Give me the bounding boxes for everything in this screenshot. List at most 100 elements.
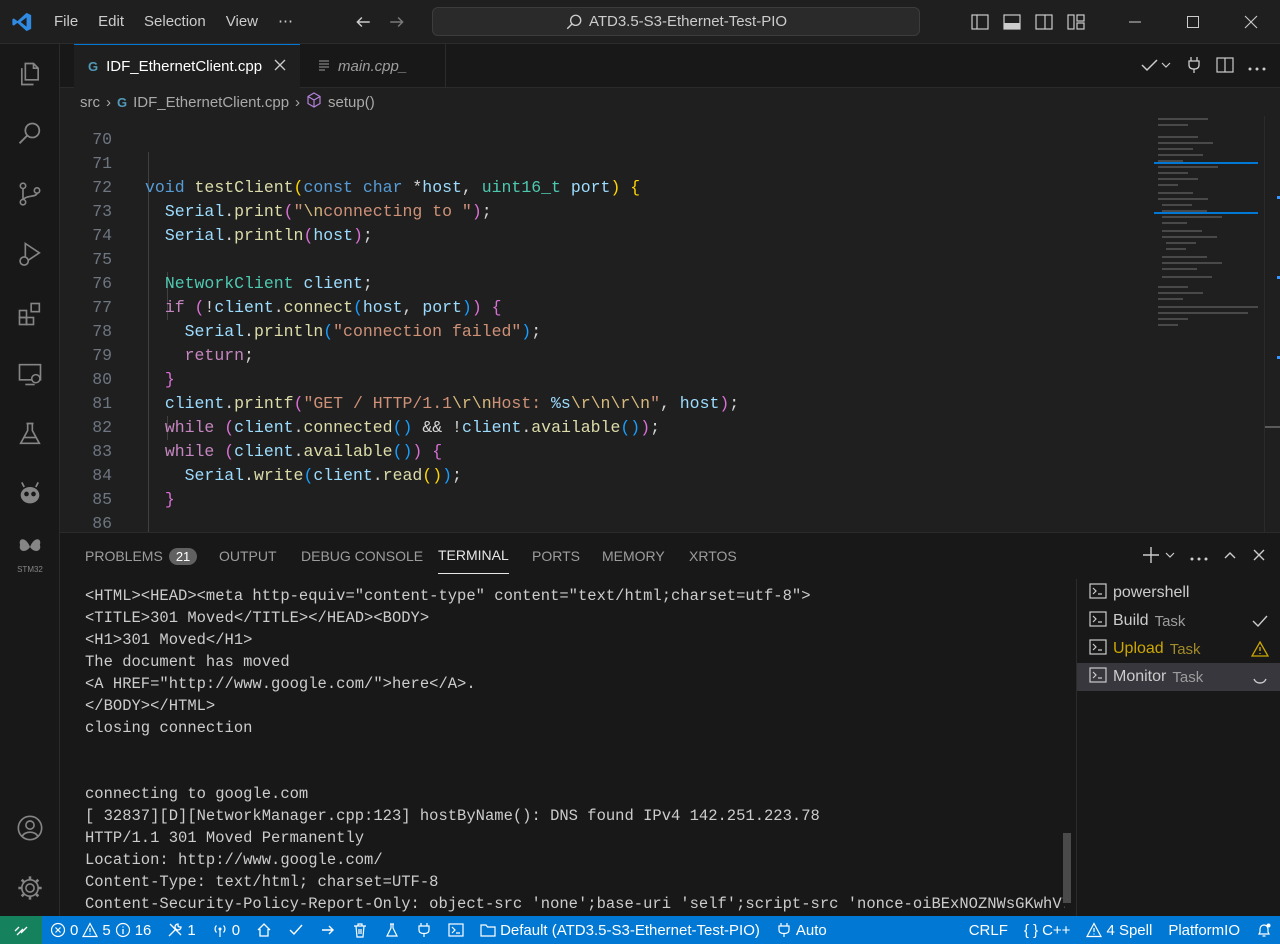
broadcast-icon [214,925,226,937]
pio-upload-arrow-icon[interactable] [312,916,344,944]
source-control-icon[interactable] [0,166,60,222]
code-line: 71 void testClient(const char *host, uin… [60,128,1150,197]
notifications-bell-icon[interactable] [1248,916,1280,944]
tab-problems[interactable]: PROBLEMS 21 [85,533,198,579]
code-line: 72 Serial.print("\nconnecting to "); [60,152,1150,221]
new-terminal-icon[interactable] [1142,546,1176,567]
menu-edit[interactable]: Edit [88,0,134,44]
terminal-output[interactable]: <HTML><HEAD><meta http-equiv="content-ty… [85,585,1065,917]
search-view-icon[interactable] [0,106,60,162]
terminal-line: connecting to google.com [85,785,309,803]
cpp-file-icon: G [88,59,99,74]
customize-layout-icon[interactable] [1060,0,1092,44]
problems-status[interactable]: 0 5 16 [42,916,159,944]
terminal-line: <A HREF="http://www.google.com/">here</A… [85,675,476,693]
code-editor[interactable]: 70 71 void testClient(const char *host, … [60,116,1280,532]
code-line: 77 Serial.println("connection failed"); [60,272,1150,341]
terminal-line: The document has moved [85,653,290,671]
pio-terminal-icon[interactable] [440,916,472,944]
terminal-instance-upload[interactable]: Upload Task [1077,635,1280,663]
tab-terminal[interactable]: TERMINAL [438,537,509,574]
minimap[interactable] [1154,116,1264,532]
menu-selection[interactable]: Selection [134,0,216,44]
pio-serial-monitor-plug-icon[interactable] [408,916,440,944]
terminal-line: Content-Type: text/html; charset=UTF-8 [85,873,439,891]
terminal-instance-powershell[interactable]: powershell [1077,579,1280,607]
tab-idf-ethernetclient[interactable]: G IDF_EthernetClient.cpp [74,44,300,88]
more-actions-icon[interactable] [1248,59,1266,74]
language-mode[interactable]: { } C++ [1016,916,1079,944]
menu-view[interactable]: View [216,0,268,44]
info-icon [115,922,130,938]
tab-ports[interactable]: PORTS [532,533,580,579]
plug-icon[interactable] [1186,56,1202,77]
tab-output[interactable]: OUTPUT [219,533,277,579]
explorer-icon[interactable] [0,46,60,102]
toggle-primary-sidebar-icon[interactable] [964,0,996,44]
remote-explorer-icon[interactable] [0,346,60,402]
platformio-alien-icon[interactable] [0,466,60,522]
run-debug-icon[interactable] [0,226,60,282]
terminal-icon [1089,610,1107,632]
terminal-instance-monitor[interactable]: Monitor Task [1077,663,1280,691]
terminal-scrollbar-thumb[interactable] [1063,833,1071,903]
code-line: 78 return; [60,296,1150,365]
pio-clean-trash-icon[interactable] [344,916,376,944]
testing-flask-icon[interactable] [0,406,60,462]
vscode-logo-icon[interactable] [0,0,44,44]
code-line: 75 NetworkClient client; [60,224,1150,293]
code-line: 85 [92,490,112,509]
tab-memory[interactable]: MEMORY [602,533,665,579]
maximize-panel-icon[interactable] [1222,547,1238,566]
spell-checker-status[interactable]: 4 Spell [1078,916,1160,944]
account-icon[interactable] [0,800,60,856]
code-line: 80 client.printf("GET / HTTP/1.1\r\nHost… [60,344,1150,413]
maximize-icon[interactable] [1164,0,1222,44]
command-center-search[interactable]: ATD3.5-S3-Ethernet-Test-PIO [432,7,920,36]
close-panel-icon[interactable] [1252,548,1266,565]
pio-test-flask-icon[interactable] [376,916,408,944]
forward-arrow-icon[interactable] [385,10,409,34]
close-window-icon[interactable] [1222,0,1280,44]
menu-file[interactable]: File [44,0,88,44]
stm32-label: STM32 [17,565,43,574]
menu-more[interactable]: ⋯ [268,0,303,44]
editor-vertical-scrollbar[interactable] [1264,116,1280,532]
breadcrumb-folder[interactable]: src [80,94,100,111]
close-tab-icon[interactable] [274,58,286,75]
pio-home-icon[interactable] [248,916,280,944]
minimize-icon[interactable] [1106,0,1164,44]
auto-port-selector[interactable]: Auto [768,916,835,944]
tab-debug-console[interactable]: DEBUG CONSOLE [301,533,423,579]
settings-gear-icon[interactable] [0,860,60,916]
chevron-right-icon: › [295,93,301,111]
tools-status[interactable]: 1 [159,916,203,944]
panel-more-icon[interactable] [1190,549,1208,564]
terminal-line: HTTP/1.1 301 Moved Permanently [85,829,365,847]
terminal-line: closing connection [85,719,253,737]
ports-status[interactable]: 0 [204,916,248,944]
tools-icon [168,923,183,937]
code-line: 83 Serial.write(client.read()); [60,416,1150,485]
breadcrumb-symbol[interactable]: setup() [328,94,375,111]
remote-indicator-icon[interactable] [0,916,42,944]
extensions-icon[interactable] [0,286,60,342]
tab-xrtos[interactable]: XRTOS [689,533,737,579]
split-editor-icon[interactable] [1216,56,1234,76]
terminal-instance-build[interactable]: Build Task [1077,607,1280,635]
stm32-butterfly-icon[interactable]: STM32 [0,526,60,582]
eol-selector[interactable]: CRLF [961,916,1016,944]
breadcrumb-file[interactable]: IDF_EthernetClient.cpp [133,94,289,111]
braces-icon: { } [1023,921,1039,939]
cpp-file-icon: G [117,94,128,110]
code-line: 74 [92,226,112,245]
toggle-secondary-sidebar-icon[interactable] [1028,0,1060,44]
pio-build-check-icon[interactable] [280,916,312,944]
toggle-panel-icon[interactable] [996,0,1028,44]
tab-main-cpp[interactable]: main.cpp_ [304,44,446,88]
code-line: 79 } [60,320,1150,389]
checkmark-dropdown-icon[interactable] [1140,57,1172,76]
project-environment[interactable]: Default (ATD3.5-S3-Ethernet-Test-PIO) [472,916,768,944]
back-arrow-icon[interactable] [351,10,375,34]
platformio-status[interactable]: PlatformIO [1160,916,1248,944]
